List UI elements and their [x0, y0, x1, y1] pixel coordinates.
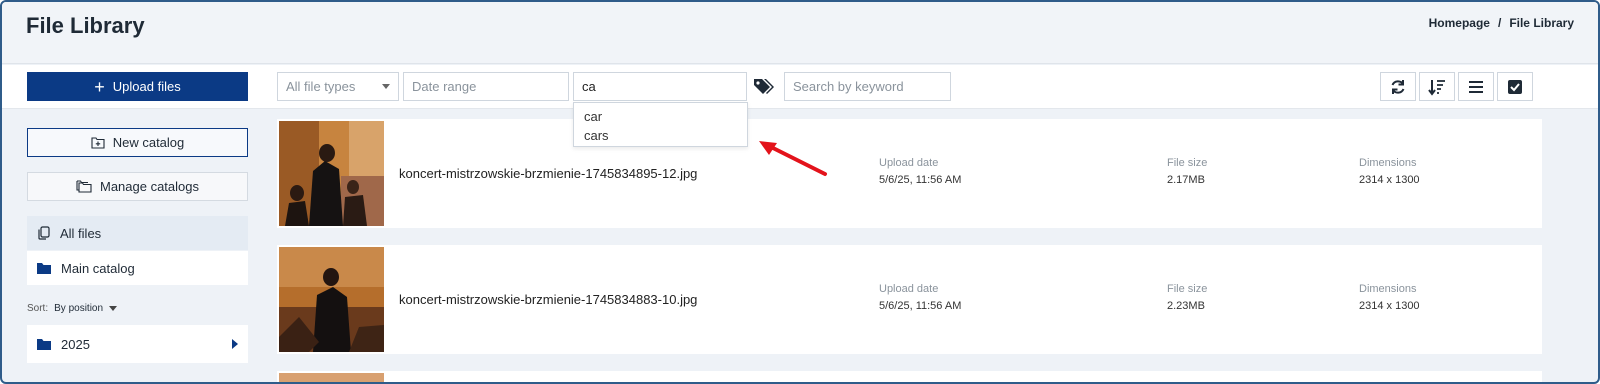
- sidebar-item-label: Main catalog: [61, 260, 135, 276]
- breadcrumb-home-link[interactable]: Homepage: [1429, 16, 1490, 30]
- file-thumbnail[interactable]: [279, 121, 384, 226]
- upload-date-value: 5/6/25, 11:56 AM: [879, 300, 962, 312]
- upload-date-meta: Upload date 5/6/25, 11:56 AM: [879, 283, 961, 312]
- chevron-down-icon: [382, 84, 390, 89]
- sort-value: By position: [54, 303, 104, 314]
- file-row-partial[interactable]: [277, 371, 1542, 384]
- list-view-icon: [1469, 80, 1483, 93]
- chevron-down-icon: [109, 306, 118, 311]
- toolbar: + Upload files All file types Date range…: [2, 65, 1598, 109]
- file-name: koncert-mistrzowskie-brzmienie-174583489…: [399, 166, 698, 181]
- tag-search-value: ca: [582, 79, 596, 94]
- breadcrumb-current: File Library: [1509, 16, 1574, 30]
- sidebar-item-label: All files: [60, 225, 102, 241]
- tags-icon[interactable]: [752, 76, 776, 98]
- keyword-search-placeholder: Search by keyword: [793, 79, 904, 94]
- dimensions-label: Dimensions: [1359, 283, 1417, 295]
- sort-select[interactable]: By position: [54, 303, 118, 314]
- select-all-button[interactable]: [1497, 72, 1533, 101]
- breadcrumb-separator: /: [1497, 16, 1502, 30]
- tag-search-input[interactable]: ca: [573, 72, 747, 101]
- sidebar-item-all-files[interactable]: All files: [27, 216, 248, 250]
- file-size-value: 2.17MB: [1167, 174, 1205, 186]
- file-row[interactable]: koncert-mistrzowskie-brzmienie-174583489…: [277, 119, 1542, 228]
- copy-files-icon: [38, 226, 50, 240]
- page-title: File Library: [26, 13, 145, 38]
- sort-label: Sort:: [27, 303, 49, 314]
- upload-files-button[interactable]: + Upload files: [27, 72, 248, 101]
- upload-date-value: 5/6/25, 11:56 AM: [879, 174, 962, 186]
- dimensions-value: 2314 x 1300: [1359, 174, 1420, 186]
- folder-plus-icon: [91, 137, 105, 149]
- upload-date-label: Upload date: [879, 157, 939, 169]
- breadcrumb: Homepage / File Library: [1429, 16, 1574, 30]
- tag-suggestions-dropdown: car cars: [573, 102, 748, 147]
- file-size-label: File size: [1167, 157, 1208, 169]
- upload-date-label: Upload date: [879, 283, 939, 295]
- folder-icon: [37, 263, 51, 274]
- plus-icon: +: [94, 76, 105, 97]
- new-catalog-label: New catalog: [112, 135, 185, 150]
- dimensions-label: Dimensions: [1359, 157, 1417, 169]
- file-thumbnail[interactable]: [279, 247, 384, 352]
- sidebar-item-main-catalog[interactable]: Main catalog: [27, 251, 248, 285]
- suggestion-option[interactable]: car: [574, 107, 747, 126]
- dimensions-value: 2314 x 1300: [1359, 300, 1420, 312]
- new-catalog-button[interactable]: New catalog: [27, 128, 248, 157]
- list-view-button[interactable]: [1458, 72, 1494, 101]
- folder-icon: [37, 339, 51, 350]
- file-name: koncert-mistrzowskie-brzmienie-174583488…: [399, 292, 698, 307]
- file-row[interactable]: koncert-mistrzowskie-brzmienie-174583488…: [277, 245, 1542, 354]
- sidebar-item-2025[interactable]: 2025: [27, 325, 248, 363]
- app-window: File Library Homepage / File Library + U…: [0, 0, 1600, 384]
- upload-files-label: Upload files: [112, 79, 181, 94]
- keyword-search-input[interactable]: Search by keyword: [784, 72, 951, 101]
- file-size-meta: File size 2.17MB: [1167, 157, 1207, 186]
- refresh-icon: [1391, 79, 1405, 94]
- dimensions-meta: Dimensions 2314 x 1300: [1359, 283, 1420, 312]
- chevron-right-icon[interactable]: [232, 339, 238, 349]
- annotation-arrow: [759, 141, 827, 176]
- folders-icon: [76, 180, 92, 193]
- file-size-value: 2.23MB: [1167, 300, 1205, 312]
- date-range-placeholder: Date range: [412, 79, 477, 94]
- sidebar-item-label: 2025: [61, 336, 90, 352]
- upload-date-meta: Upload date 5/6/25, 11:56 AM: [879, 157, 961, 186]
- file-size-label: File size: [1167, 283, 1208, 295]
- sort-control: Sort: By position: [27, 303, 118, 314]
- file-type-select[interactable]: All file types: [277, 72, 399, 101]
- page-header: File Library Homepage / File Library: [2, 2, 1598, 64]
- file-type-value: All file types: [286, 79, 356, 94]
- sort-button[interactable]: [1419, 72, 1455, 101]
- manage-catalogs-button[interactable]: Manage catalogs: [27, 172, 248, 201]
- sort-icon: [1428, 79, 1445, 96]
- date-range-input[interactable]: Date range: [403, 72, 569, 101]
- file-size-meta: File size 2.23MB: [1167, 283, 1207, 312]
- manage-catalogs-label: Manage catalogs: [99, 179, 199, 194]
- select-all-icon: [1508, 79, 1522, 94]
- refresh-button[interactable]: [1380, 72, 1416, 101]
- suggestion-option[interactable]: cars: [574, 126, 747, 145]
- dimensions-meta: Dimensions 2314 x 1300: [1359, 157, 1420, 186]
- file-thumbnail[interactable]: [279, 373, 384, 384]
